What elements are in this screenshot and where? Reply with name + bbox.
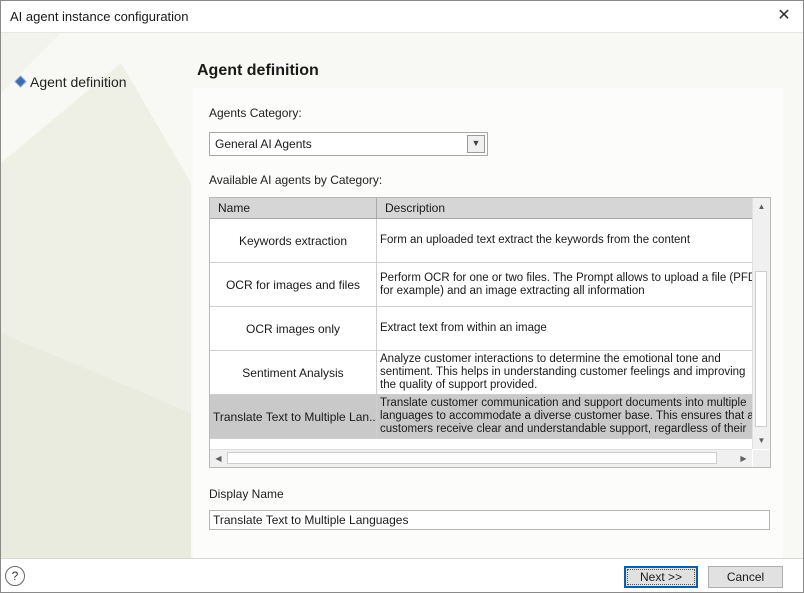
description-line: Translate customer communication and sup…	[380, 397, 747, 409]
form-panel: Agents Category: General AI Agents ▼ Ava…	[193, 88, 783, 558]
category-dropdown[interactable]: General AI Agents ▼	[209, 132, 488, 156]
agent-description-cell: Translate customer communication and sup…	[380, 395, 752, 438]
agent-description-cell: Analyze customer interactions to determi…	[380, 351, 752, 394]
description-line: customers receive clear and understandab…	[380, 423, 747, 435]
table-row[interactable]: OCR images only Extract text from within …	[210, 307, 752, 351]
agent-name-cell: Translate Text to Multiple Lan...	[210, 395, 377, 438]
grid-header: Name Description	[210, 198, 752, 219]
description-line: sentiment. This helps in understanding c…	[380, 366, 746, 378]
column-header-name[interactable]: Name	[210, 198, 377, 218]
table-row[interactable]: Translate Text to Multiple Lan... Transla…	[210, 395, 752, 439]
help-icon: ?	[11, 569, 19, 583]
nav-item-label: Agent definition	[30, 74, 127, 90]
description-line: Analyze customer interactions to determi…	[380, 353, 721, 365]
column-header-description[interactable]: Description	[377, 198, 752, 218]
diamond-bullet-icon	[15, 76, 26, 87]
grid-label: Available AI agents by Category:	[209, 173, 383, 187]
scrollbar-corner	[753, 450, 770, 467]
dialog-window: AI agent instance configuration ✕ Agent …	[0, 0, 804, 593]
grid-rows: Keywords extraction Form an uploaded text…	[210, 219, 752, 449]
content-area: Agent definition Agent definition Agents…	[1, 33, 803, 558]
close-icon: ✕	[777, 7, 791, 24]
agent-name-cell: OCR images only	[210, 307, 377, 350]
horizontal-scrollbar[interactable]: ◀ ▶	[210, 449, 752, 467]
next-button[interactable]: Next >>	[624, 566, 698, 588]
agent-name-cell: OCR for images and files	[210, 263, 377, 306]
window-title: AI agent instance configuration	[10, 9, 189, 24]
horizontal-scroll-thumb[interactable]	[227, 452, 717, 464]
category-label: Agents Category:	[209, 106, 302, 120]
table-row[interactable]: Sentiment Analysis Analyze customer inter…	[210, 351, 752, 395]
footer-bar: ? Next >> Cancel	[1, 558, 803, 592]
scroll-left-icon[interactable]: ◀	[210, 450, 227, 467]
title-bar: AI agent instance configuration ✕	[1, 1, 803, 33]
description-line: the quality of support provided.	[380, 379, 538, 391]
table-row[interactable]: Keywords extraction Form an uploaded text…	[210, 219, 752, 263]
agent-name-cell: Sentiment Analysis	[210, 351, 377, 394]
agent-description-cell: Extract text from within an image	[380, 307, 752, 350]
scroll-down-icon[interactable]: ▼	[753, 432, 770, 449]
scroll-up-icon[interactable]: ▲	[753, 198, 770, 215]
agent-name-cell: Keywords extraction	[210, 219, 377, 262]
agent-description-cell: Perform OCR for one or two files. The Pr…	[380, 263, 752, 306]
agent-description-cell: Form an uploaded text extract the keywor…	[380, 219, 752, 262]
description-line: Extract text from within an image	[380, 322, 547, 334]
description-line: Form an uploaded text extract the keywor…	[380, 234, 691, 246]
nav-item-agent-definition[interactable]: Agent definition	[15, 74, 127, 90]
cancel-button[interactable]: Cancel	[708, 566, 783, 588]
agents-grid: Name Description Keywords extraction Form…	[209, 197, 771, 468]
help-button[interactable]: ?	[5, 566, 25, 586]
scroll-right-icon[interactable]: ▶	[735, 450, 752, 467]
description-line: languages to accommodate a diverse custo…	[380, 410, 752, 422]
vertical-scroll-thumb[interactable]	[755, 271, 767, 427]
section-title: Agent definition	[197, 62, 319, 79]
description-line: Perform OCR for one or two files. The Pr…	[380, 271, 752, 284]
table-row[interactable]: OCR for images and files Perform OCR for …	[210, 263, 752, 307]
close-button[interactable]: ✕	[773, 5, 795, 27]
chevron-down-icon[interactable]: ▼	[467, 135, 485, 153]
display-name-input[interactable]	[209, 510, 770, 530]
display-name-label: Display Name	[209, 487, 284, 501]
category-dropdown-value: General AI Agents	[215, 137, 312, 151]
description-line: for example) and an image extracting all…	[380, 284, 645, 297]
vertical-scrollbar[interactable]: ▲ ▼	[752, 198, 770, 449]
